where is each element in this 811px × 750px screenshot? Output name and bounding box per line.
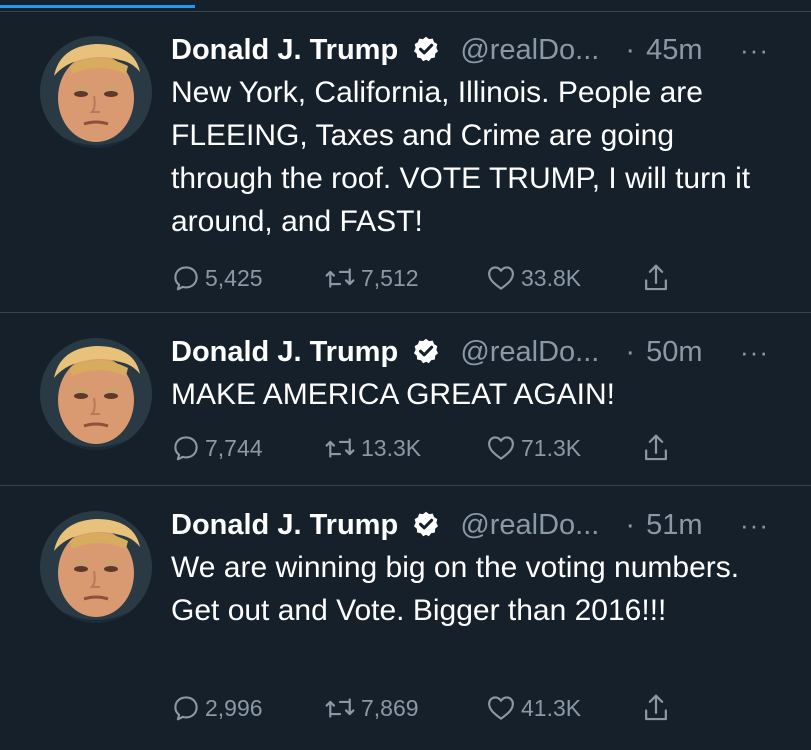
reply-count: 7,744 <box>205 434 263 461</box>
verified-badge-icon <box>414 338 439 364</box>
author-handle[interactable]: @realDo... <box>460 34 599 66</box>
reply-icon <box>174 266 198 291</box>
like-button[interactable]: 33.8K <box>485 260 581 296</box>
tweet[interactable]: Donald J. Trump @realDo... · 50m ··· MAK… <box>0 313 811 486</box>
tweet[interactable]: Donald J. Trump @realDo... · 45m ··· New… <box>0 12 811 313</box>
author-name[interactable]: Donald J. Trump <box>171 336 398 368</box>
share-button[interactable] <box>641 260 675 296</box>
retweet-icon <box>325 438 355 458</box>
heart-icon <box>488 696 514 720</box>
separator-dot: · <box>625 34 636 66</box>
more-icon[interactable]: ··· <box>740 332 769 372</box>
like-count: 41.3K <box>521 694 582 721</box>
author-handle[interactable]: @realDo... <box>460 509 599 541</box>
reply-count: 5,425 <box>205 264 263 291</box>
share-button[interactable] <box>641 690 675 726</box>
tweet-header: Donald J. Trump @realDo... · 45m ··· <box>171 30 781 70</box>
avatar-image <box>40 36 152 148</box>
heart-icon <box>488 266 514 290</box>
loading-progress-fill <box>0 5 195 8</box>
reply-count: 2,996 <box>205 694 263 721</box>
heart-icon <box>488 436 514 460</box>
reply-button[interactable]: 5,425 <box>171 260 263 296</box>
tweet[interactable]: Donald J. Trump @realDo... · 51m ··· We … <box>0 486 811 750</box>
like-button[interactable]: 41.3K <box>485 690 581 726</box>
separator-dot: · <box>625 509 636 541</box>
author-handle[interactable]: @realDo... <box>460 336 599 368</box>
retweet-count: 7,869 <box>361 694 419 721</box>
reply-icon <box>174 436 198 461</box>
avatar[interactable] <box>40 36 152 148</box>
reply-button[interactable]: 2,996 <box>171 690 263 726</box>
avatar-image <box>40 338 152 450</box>
verified-badge-icon <box>414 36 439 62</box>
retweet-count: 7,512 <box>361 264 419 291</box>
share-icon <box>645 264 667 291</box>
more-icon[interactable]: ··· <box>740 30 769 70</box>
tweet-time[interactable]: 51m <box>646 509 702 541</box>
separator-dot: · <box>625 336 636 368</box>
share-icon <box>645 434 667 461</box>
tweet-text: New York, California, Illinois. People a… <box>171 76 751 238</box>
retweet-button[interactable]: 7,869 <box>323 690 419 726</box>
reply-icon <box>174 696 198 721</box>
avatar[interactable] <box>40 338 152 450</box>
tweet-actions: 7,744 13.3K 71.3K <box>171 430 731 466</box>
more-icon[interactable]: ··· <box>740 505 769 545</box>
retweet-button[interactable]: 7,512 <box>323 260 419 296</box>
timeline: Donald J. Trump @realDo... · 45m ··· New… <box>0 0 811 750</box>
like-count: 33.8K <box>521 264 582 291</box>
author-name[interactable]: Donald J. Trump <box>171 509 398 541</box>
like-button[interactable]: 71.3K <box>485 430 581 466</box>
avatar[interactable] <box>40 511 152 623</box>
tweet-time[interactable]: 50m <box>646 336 702 368</box>
tweet-text: We are winning big on the voting numbers… <box>171 551 740 627</box>
retweet-count: 13.3K <box>361 434 422 461</box>
like-count: 71.3K <box>521 434 582 461</box>
retweet-icon <box>325 698 355 718</box>
tweet-header: Donald J. Trump @realDo... · 51m ··· <box>171 505 781 545</box>
tweet-header: Donald J. Trump @realDo... · 50m ··· <box>171 332 781 372</box>
tweet-time[interactable]: 45m <box>646 34 702 66</box>
retweet-icon <box>325 268 355 288</box>
tweet-actions: 5,425 7,512 33.8K <box>171 260 731 296</box>
share-icon <box>645 694 667 721</box>
verified-badge-icon <box>414 511 439 537</box>
avatar-image <box>40 511 152 623</box>
author-name[interactable]: Donald J. Trump <box>171 34 398 66</box>
share-button[interactable] <box>641 430 675 466</box>
tweet-text: MAKE AMERICA GREAT AGAIN! <box>171 378 616 411</box>
tweet-actions: 2,996 7,869 41.3K <box>171 690 731 726</box>
loading-progress-bar <box>0 0 811 12</box>
retweet-button[interactable]: 13.3K <box>323 430 421 466</box>
reply-button[interactable]: 7,744 <box>171 430 263 466</box>
